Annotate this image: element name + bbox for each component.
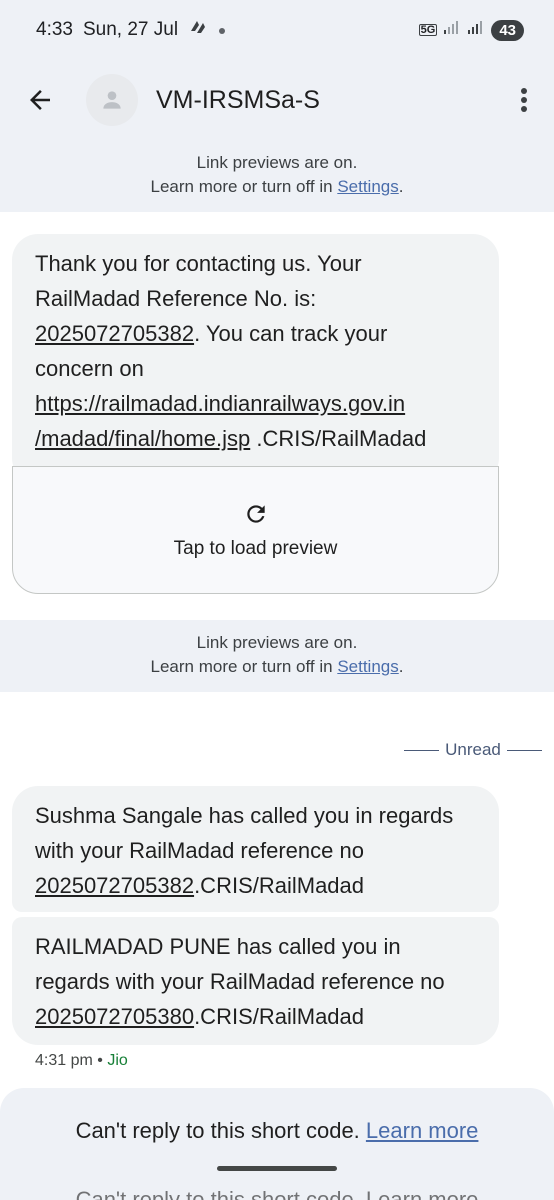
link-preview-notice: Link previews are on. Learn more or turn… <box>0 140 554 212</box>
signal-icon-2 <box>467 18 485 42</box>
arrow-back-icon <box>30 90 50 110</box>
person-icon <box>103 91 121 109</box>
learn-more-link[interactable]: Learn more <box>366 1118 479 1143</box>
message-bubble[interactable]: Sushma Sangale has called you in regards… <box>12 786 499 912</box>
refresh-icon <box>13 501 498 532</box>
status-bar: 4:33 Sun, 27 Jul 5G 43 <box>0 0 554 60</box>
reference-number-link[interactable]: 2025072705382 <box>35 321 194 346</box>
load-preview-card[interactable]: Tap to load preview <box>12 466 499 594</box>
preview-label: Tap to load preview <box>173 538 338 559</box>
conversation-header: VM-IRSMSa-S <box>0 60 554 140</box>
reference-number-link[interactable]: 2025072705382 <box>35 873 194 898</box>
gesture-handle[interactable] <box>217 1166 337 1171</box>
dot-icon <box>218 19 226 41</box>
status-time: 4:33 <box>36 19 73 40</box>
message-bubble[interactable]: Thank you for contacting us. Your RailMa… <box>12 234 499 484</box>
more-options-button[interactable] <box>494 60 554 140</box>
battery-icon: 43 <box>491 19 524 41</box>
unread-divider: Unread <box>404 740 543 760</box>
message-bubble[interactable]: RAILMADAD PUNE has called you in regards… <box>12 917 499 1045</box>
settings-link-2[interactable]: Settings <box>337 657 398 676</box>
app-notification-icon <box>188 17 208 43</box>
reference-number-link[interactable]: 2025072705380 <box>35 1004 194 1029</box>
back-button[interactable] <box>0 60 80 140</box>
url-link[interactable]: https://railmadad.indianrailways.gov.in <box>35 386 477 421</box>
unread-label: Unread <box>445 740 501 759</box>
message-timestamp: 4:31 pm • Jio <box>35 1052 128 1069</box>
divider-line <box>506 749 543 751</box>
contact-name[interactable]: VM-IRSMSa-S <box>156 86 320 115</box>
divider-line <box>404 749 440 751</box>
settings-link[interactable]: Settings <box>337 177 398 196</box>
reply-disabled-panel: Can't reply to this short code. Learn mo… <box>0 1088 554 1200</box>
more-vert-icon <box>521 88 527 112</box>
carrier-label: Jio <box>107 1052 128 1069</box>
network-icon: 5G <box>418 24 438 36</box>
status-date: Sun, 27 Jul <box>82 19 179 40</box>
link-preview-notice-2: Link previews are on. Learn more or turn… <box>0 620 554 692</box>
signal-icon <box>443 18 461 42</box>
cutoff-text: Can't reply to this short code. Learn mo… <box>75 1187 479 1200</box>
url-link-continued[interactable]: /madad/final/home.jsp <box>35 426 250 451</box>
avatar[interactable] <box>86 74 138 126</box>
